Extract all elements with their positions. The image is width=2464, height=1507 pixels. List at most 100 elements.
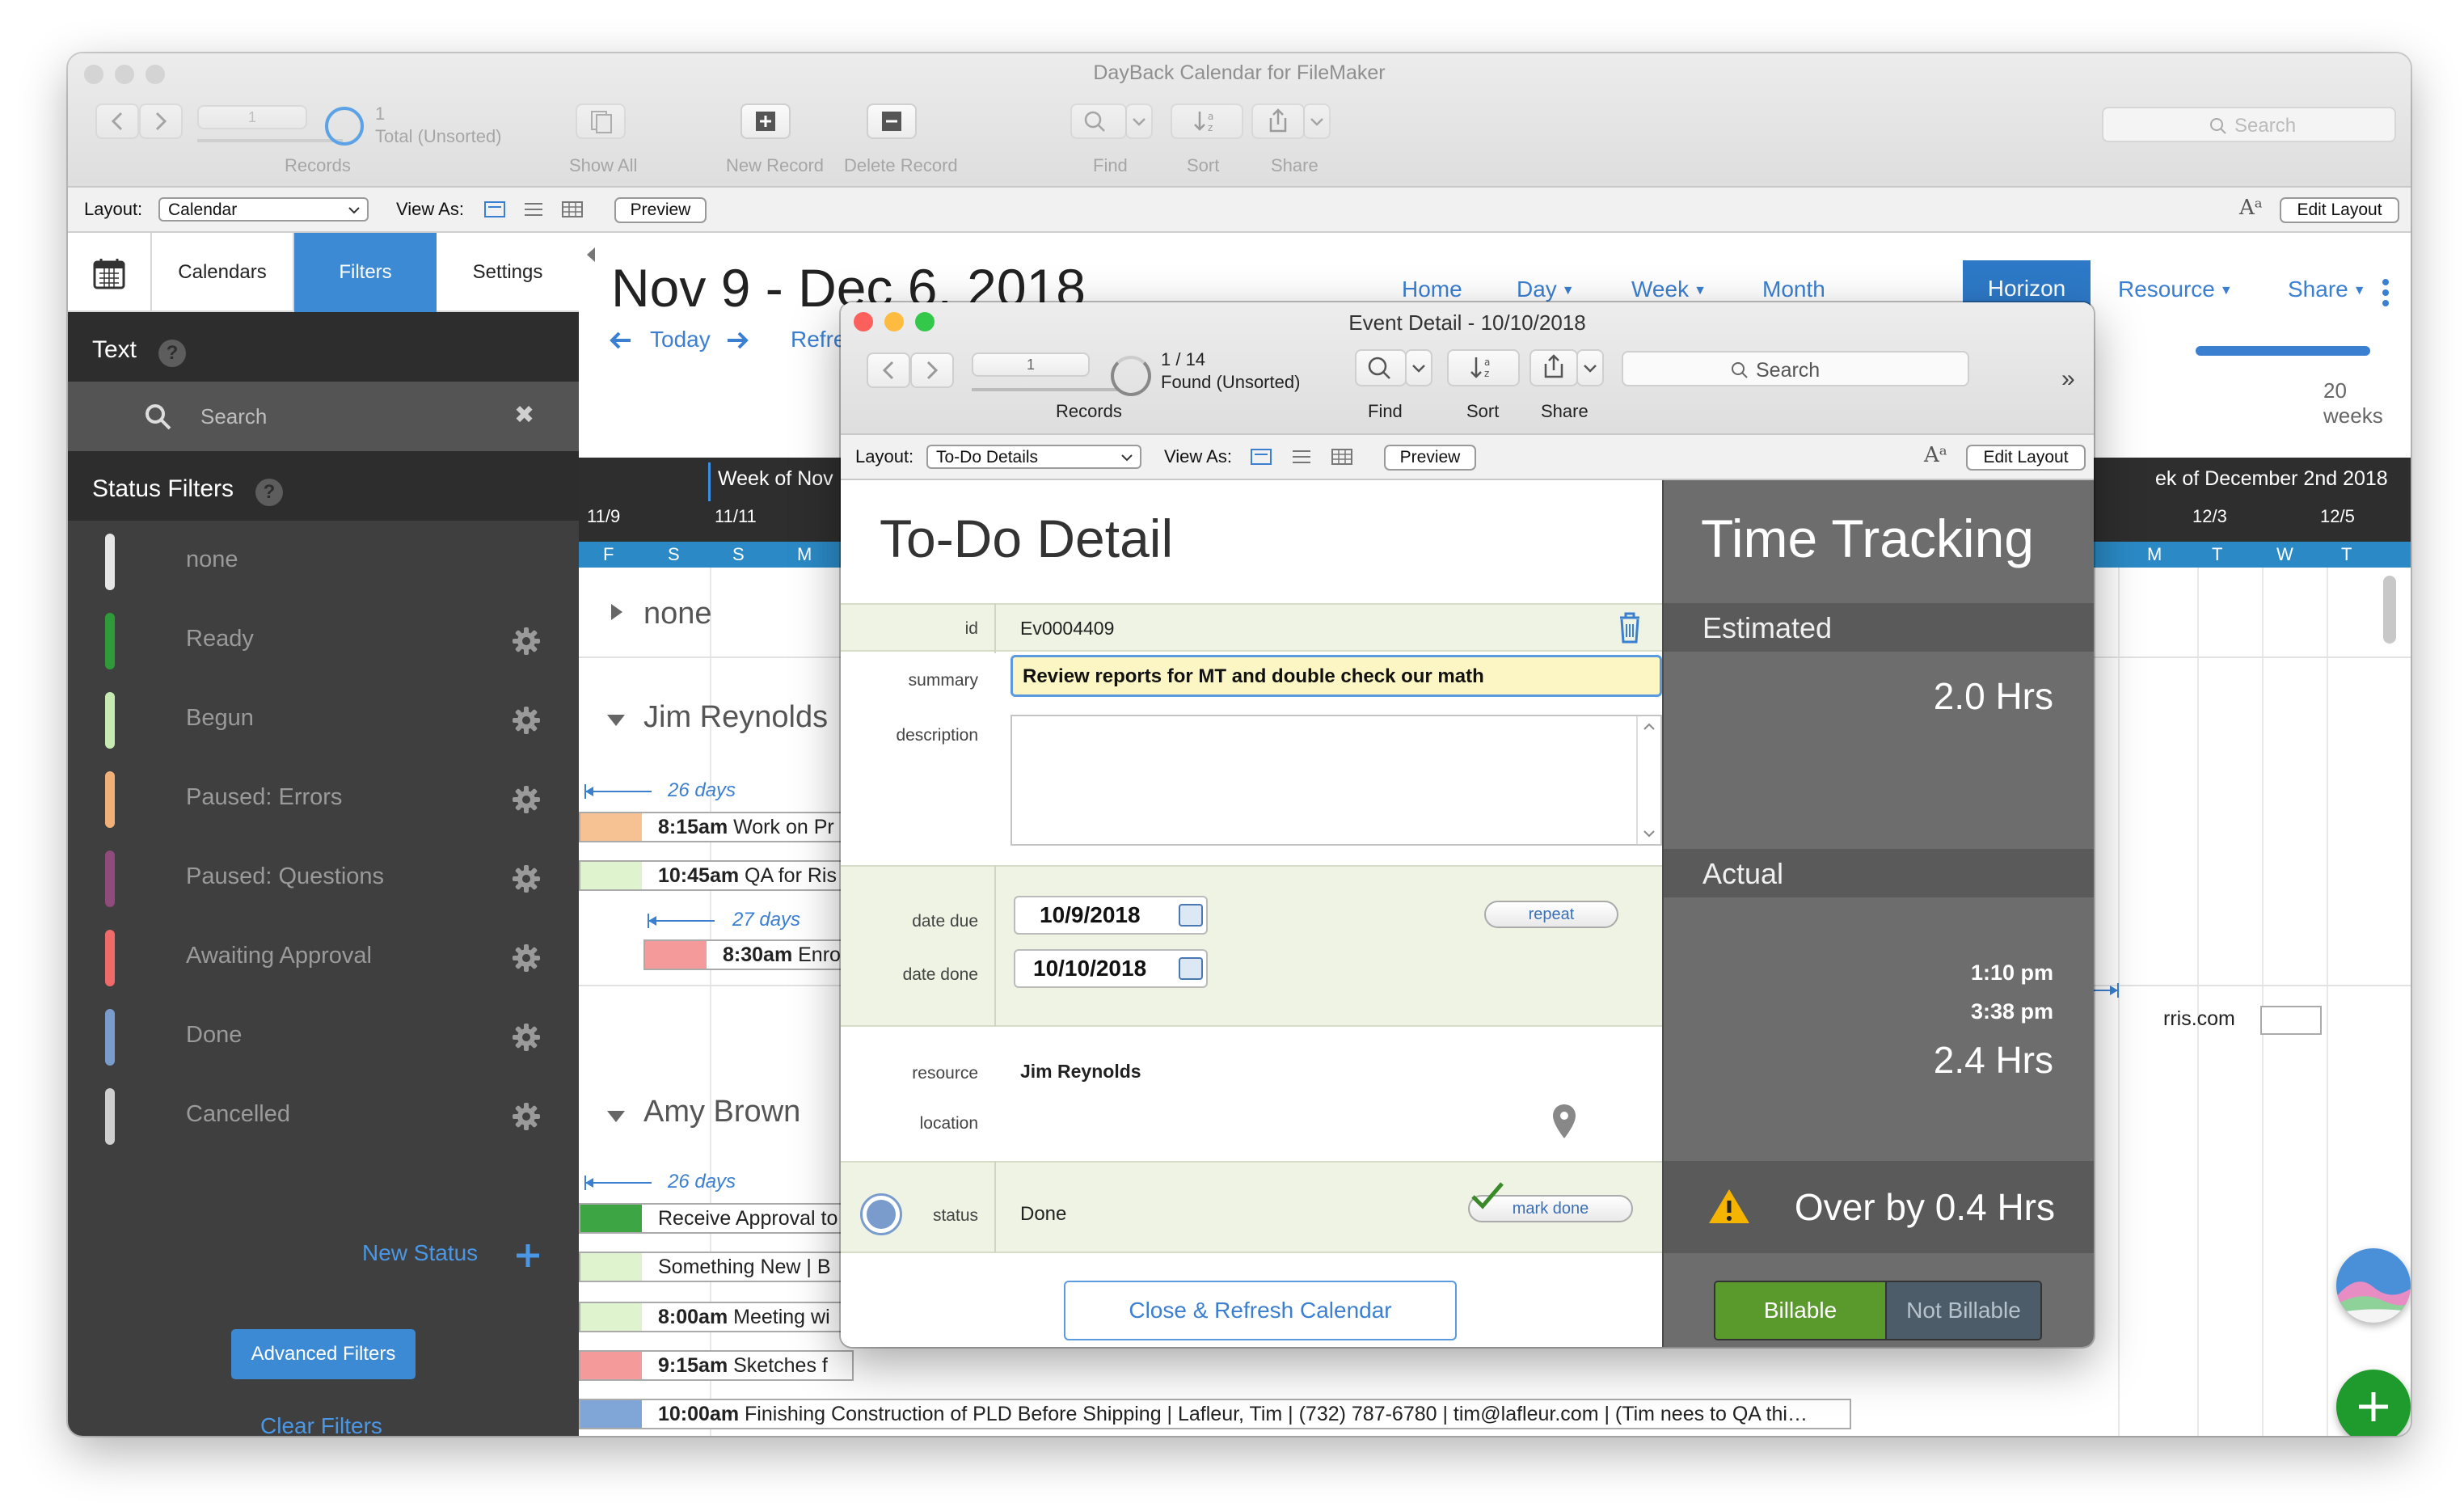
nav-resource[interactable]: Resource ▼ [2118,276,2233,302]
calendar-event[interactable]: 9:15am Sketches f [579,1350,854,1381]
description-textarea[interactable] [1010,715,1662,846]
billable-option[interactable]: Billable [1715,1282,1887,1339]
scroll-down-icon[interactable] [1638,825,1660,844]
summary-input[interactable]: Review reports for MT and double check o… [1010,655,1662,697]
share-button[interactable] [1529,349,1578,386]
refresh-button[interactable]: Refre [791,327,846,352]
gear-icon[interactable] [511,705,542,736]
scrollbar[interactable] [2383,576,2396,644]
today-button[interactable]: Today [650,327,711,352]
new-status-link[interactable]: New Status [362,1240,478,1266]
event-text[interactable]: rris.com [2163,1007,2235,1031]
status-filter-ready[interactable]: Ready [68,602,579,681]
not-billable-option[interactable]: Not Billable [1887,1282,2040,1339]
calendar-icon[interactable] [1179,957,1203,980]
nav-share[interactable]: Share ▼ [2288,276,2366,302]
list-view-icon[interactable] [522,199,545,220]
form-view-icon[interactable] [1250,446,1272,467]
status-filter-done[interactable]: Done [68,998,579,1077]
table-view-icon[interactable] [561,199,584,220]
find-button[interactable] [1355,349,1407,386]
horizon-slider-track[interactable] [2196,346,2370,356]
gear-icon[interactable] [511,943,542,973]
dayback-logo-button[interactable] [2336,1248,2411,1323]
clear-filters-link[interactable]: Clear Filters [260,1413,382,1436]
sort-button[interactable]: az [1447,349,1520,386]
status-filter-begun[interactable]: Begun [68,681,579,760]
nav-day[interactable]: Day ▼ [1517,276,1575,302]
gear-icon[interactable] [511,626,542,656]
arrow-left-icon[interactable] [608,328,634,352]
gear-icon[interactable] [511,784,542,815]
calendar-event[interactable]: Something New | B [579,1252,854,1282]
calendar-event[interactable]: 8:00am Meeting wi [579,1302,854,1332]
find-dropdown[interactable] [1405,349,1432,386]
find-dropdown[interactable] [1125,103,1153,139]
expand-arrow-icon[interactable] [608,602,626,623]
help-icon[interactable]: ? [255,479,283,506]
date-due-field[interactable]: 10/9/2018 [1014,896,1208,935]
preview-button[interactable]: Preview [1384,445,1476,471]
search-field[interactable]: Search [1622,351,1969,386]
help-icon[interactable]: ? [158,340,186,367]
text-search-field[interactable]: Search ✖ [68,382,579,451]
calendar-event[interactable]: 8:15am Work on Pr [579,812,854,842]
nav-month[interactable]: Month [1762,276,1825,302]
collapse-sidebar-icon[interactable] [582,244,598,265]
record-slider[interactable] [972,388,1117,391]
share-dropdown[interactable] [1303,103,1331,139]
status-filter-cancelled[interactable]: Cancelled [68,1077,579,1156]
calendar-icon[interactable] [1179,904,1203,927]
search-field[interactable]: Search [2102,107,2396,142]
nav-home[interactable]: Home [1402,276,1462,302]
textarea-scrollbar[interactable] [1636,716,1660,844]
calendar-event[interactable]: 10:00am Finishing Construction of PLD Be… [579,1399,1851,1429]
show-all-button[interactable] [576,103,626,139]
tab-filters[interactable]: Filters [294,233,437,312]
repeat-button[interactable]: repeat [1484,901,1618,928]
tab-settings[interactable]: Settings [437,233,579,312]
collapse-arrow-icon[interactable] [605,711,627,729]
share-button[interactable] [1251,103,1305,139]
gear-icon[interactable] [511,1101,542,1132]
prev-record-button[interactable] [867,352,910,388]
edit-layout-button[interactable]: Edit Layout [1966,445,2086,471]
new-record-button[interactable] [740,103,791,139]
record-slider[interactable] [197,139,343,142]
text-size-icon[interactable]: Aᵃ [1924,443,1947,467]
status-filter-paused-errors[interactable]: Paused: Errors [68,760,579,839]
list-view-icon[interactable] [1290,446,1313,467]
calendar-event[interactable]: 8:30am Enro [643,939,854,970]
gear-icon[interactable] [511,863,542,894]
calendar-event[interactable]: Receive Approval to [579,1203,854,1234]
find-button[interactable] [1070,103,1127,139]
table-view-icon[interactable] [1331,446,1353,467]
status-filter-paused-questions[interactable]: Paused: Questions [68,839,579,918]
text-size-icon[interactable]: Aᵃ [2239,196,2263,220]
add-event-button[interactable] [2336,1370,2411,1436]
more-menu-icon[interactable] [2380,278,2391,307]
calendar-event[interactable]: 10:45am QA for Ris [579,860,854,891]
calendar-toggle-button[interactable] [68,233,152,312]
layout-select[interactable]: Calendar [158,197,369,222]
sort-button[interactable]: az [1171,103,1243,139]
preview-button[interactable]: Preview [614,197,707,223]
advanced-filters-button[interactable]: Advanced Filters [231,1329,416,1379]
plus-icon[interactable] [514,1242,542,1269]
scroll-up-icon[interactable] [1638,716,1660,736]
close-refresh-button[interactable]: Close & Refresh Calendar [1064,1281,1457,1340]
date-done-field[interactable]: 10/10/2018 [1014,949,1208,988]
tab-calendars[interactable]: Calendars [152,233,294,312]
next-record-button[interactable] [139,103,183,139]
gear-icon[interactable] [511,1022,542,1053]
status-filter-none[interactable]: none [68,522,579,602]
edit-layout-button[interactable]: Edit Layout [2280,197,2399,223]
collapse-arrow-icon[interactable] [605,1108,627,1125]
nav-week[interactable]: Week ▼ [1631,276,1707,302]
record-number-field[interactable]: 1 [197,105,307,129]
clear-search-icon[interactable]: ✖ [514,401,534,429]
layout-select[interactable]: To-Do Details [926,445,1141,469]
location-pin-icon[interactable] [1551,1103,1578,1140]
status-filter-awaiting-approval[interactable]: Awaiting Approval [68,918,579,998]
arrow-right-icon[interactable] [724,328,750,352]
